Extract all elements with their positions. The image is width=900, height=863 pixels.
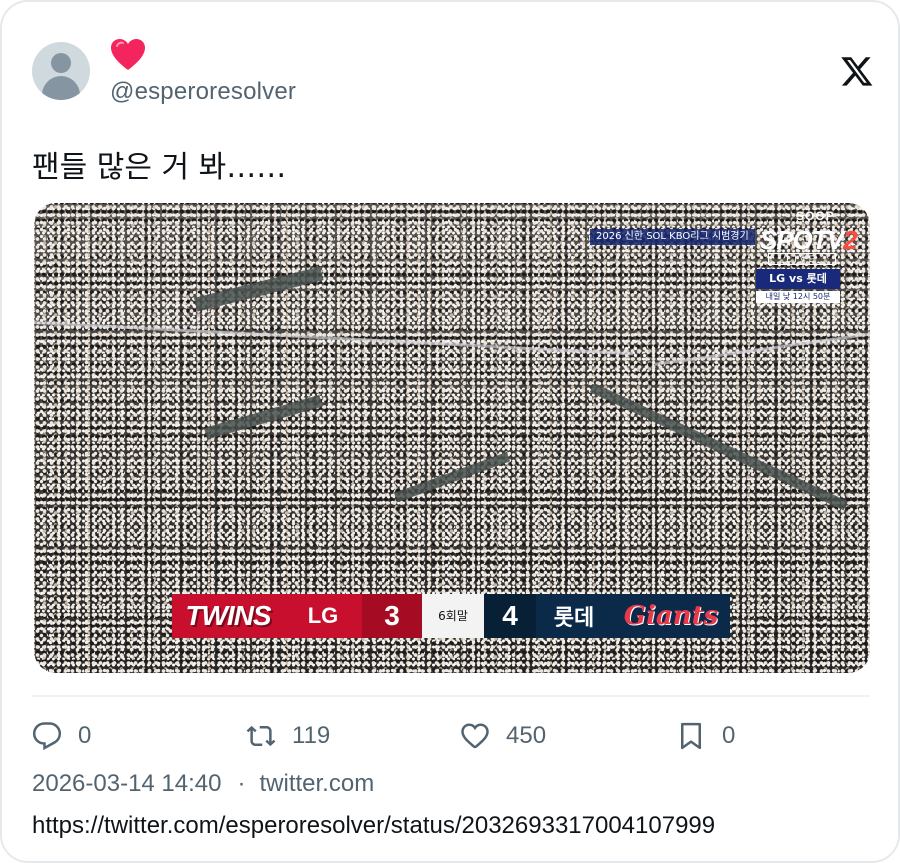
divider [32, 695, 870, 697]
home-team-panel: TWINS LG 3 [172, 594, 422, 638]
timestamp[interactable]: 2026-03-14 14:40 [32, 770, 222, 797]
stadium-aisle [589, 383, 848, 511]
author-handle[interactable]: @esperoresolver [110, 78, 296, 106]
source-link[interactable]: twitter.com [260, 770, 375, 797]
x-logo-icon[interactable] [840, 54, 874, 88]
matchup-badge: LG vs 롯데 [756, 269, 840, 289]
network-number: 2 [843, 225, 858, 255]
broadcast-banner: 2026 신한 SOL KBO리그 시범경기 [590, 229, 755, 245]
away-team-name: 롯데 [553, 606, 595, 631]
avatar[interactable] [32, 42, 90, 100]
like-button[interactable]: 450 [460, 716, 546, 756]
avatar-body [42, 76, 80, 100]
stadium-aisle [394, 451, 511, 503]
like-count: 450 [506, 722, 547, 749]
network-name: SPOTV [760, 225, 844, 255]
meta-separator: · [237, 770, 246, 797]
tweet-text: 팬들 많은 거 봐…… [32, 150, 287, 185]
twins-logo: TWINS [185, 600, 271, 631]
next-game-time: 내일 낮 12시 50분 [756, 291, 840, 303]
display-name-heart-icon[interactable] [110, 38, 146, 72]
avatar-head [51, 53, 71, 73]
heart-icon [461, 723, 489, 749]
scoreboard: TWINS LG 3 6회말 4 롯데 Giants [172, 594, 730, 638]
inning-indicator: 6회말 [422, 594, 484, 638]
tweet-url[interactable]: https://twitter.com/esperoresolver/statu… [32, 812, 715, 840]
bookmark-button[interactable]: 0 [676, 716, 735, 756]
reply-button[interactable]: 0 [32, 716, 91, 756]
away-team-panel: 4 롯데 Giants [484, 594, 730, 638]
home-team-name: LG [307, 603, 339, 628]
bookmark-icon [681, 722, 701, 750]
network-logo: SPOTV2 [760, 225, 858, 256]
stadium-rail [34, 321, 634, 356]
home-score: 3 [362, 594, 422, 638]
tweet-card: @esperoresolver 팬들 많은 거 봐…… 2026 신한 SOL … [0, 0, 900, 863]
reply-icon [32, 722, 62, 751]
live-badge: LIVE [768, 253, 836, 265]
stadium-aisle [194, 266, 324, 312]
retweet-count: 119 [292, 722, 331, 749]
bookmark-count: 0 [722, 722, 736, 749]
stadium-aisle [204, 394, 323, 440]
giants-logo: Giants [623, 601, 719, 631]
away-score: 4 [484, 594, 536, 638]
reply-count: 0 [78, 722, 92, 749]
retweet-icon [246, 725, 276, 747]
action-bar: 0 119 450 0 [32, 716, 870, 756]
tweet-media-image[interactable]: 2026 신한 SOL KBO리그 시범경기 SOOP SPOTV2 LIVE … [34, 203, 870, 673]
retweet-button[interactable]: 119 [246, 716, 330, 756]
tweet-meta: 2026-03-14 14:40 · twitter.com [32, 770, 374, 798]
stadium-rail [654, 329, 870, 366]
network-small-logo: SOOP [796, 209, 835, 223]
